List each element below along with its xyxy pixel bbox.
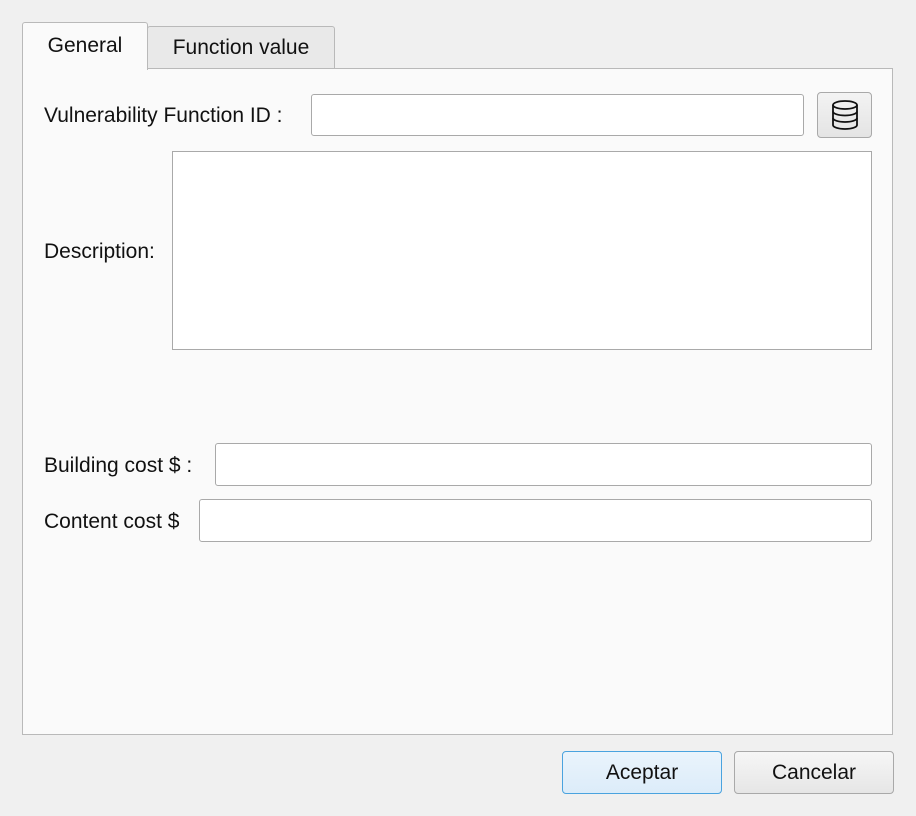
dialog-window: General Function value Vulnerability Fun…	[0, 0, 916, 816]
vulnerability-id-label: Vulnerability Function ID :	[44, 104, 283, 127]
description-textarea[interactable]	[172, 151, 872, 350]
database-button[interactable]	[817, 92, 872, 138]
content-cost-label: Content cost $	[44, 510, 180, 533]
tab-general-label: General	[47, 33, 123, 57]
content-cost-input[interactable]	[199, 499, 872, 542]
cancel-button[interactable]: Cancelar	[734, 751, 894, 794]
building-cost-input[interactable]	[215, 443, 872, 486]
description-label: Description:	[44, 240, 155, 263]
vulnerability-id-input[interactable]	[311, 94, 804, 136]
tab-general[interactable]: General	[22, 22, 148, 70]
general-tab-panel: Vulnerability Function ID : Description:…	[22, 68, 893, 735]
tab-function-value-label: Function value	[172, 35, 310, 59]
accept-button[interactable]: Aceptar	[562, 751, 722, 794]
database-icon	[830, 99, 860, 131]
building-cost-label: Building cost $ :	[44, 454, 193, 477]
tab-function-value[interactable]: Function value	[147, 26, 335, 68]
